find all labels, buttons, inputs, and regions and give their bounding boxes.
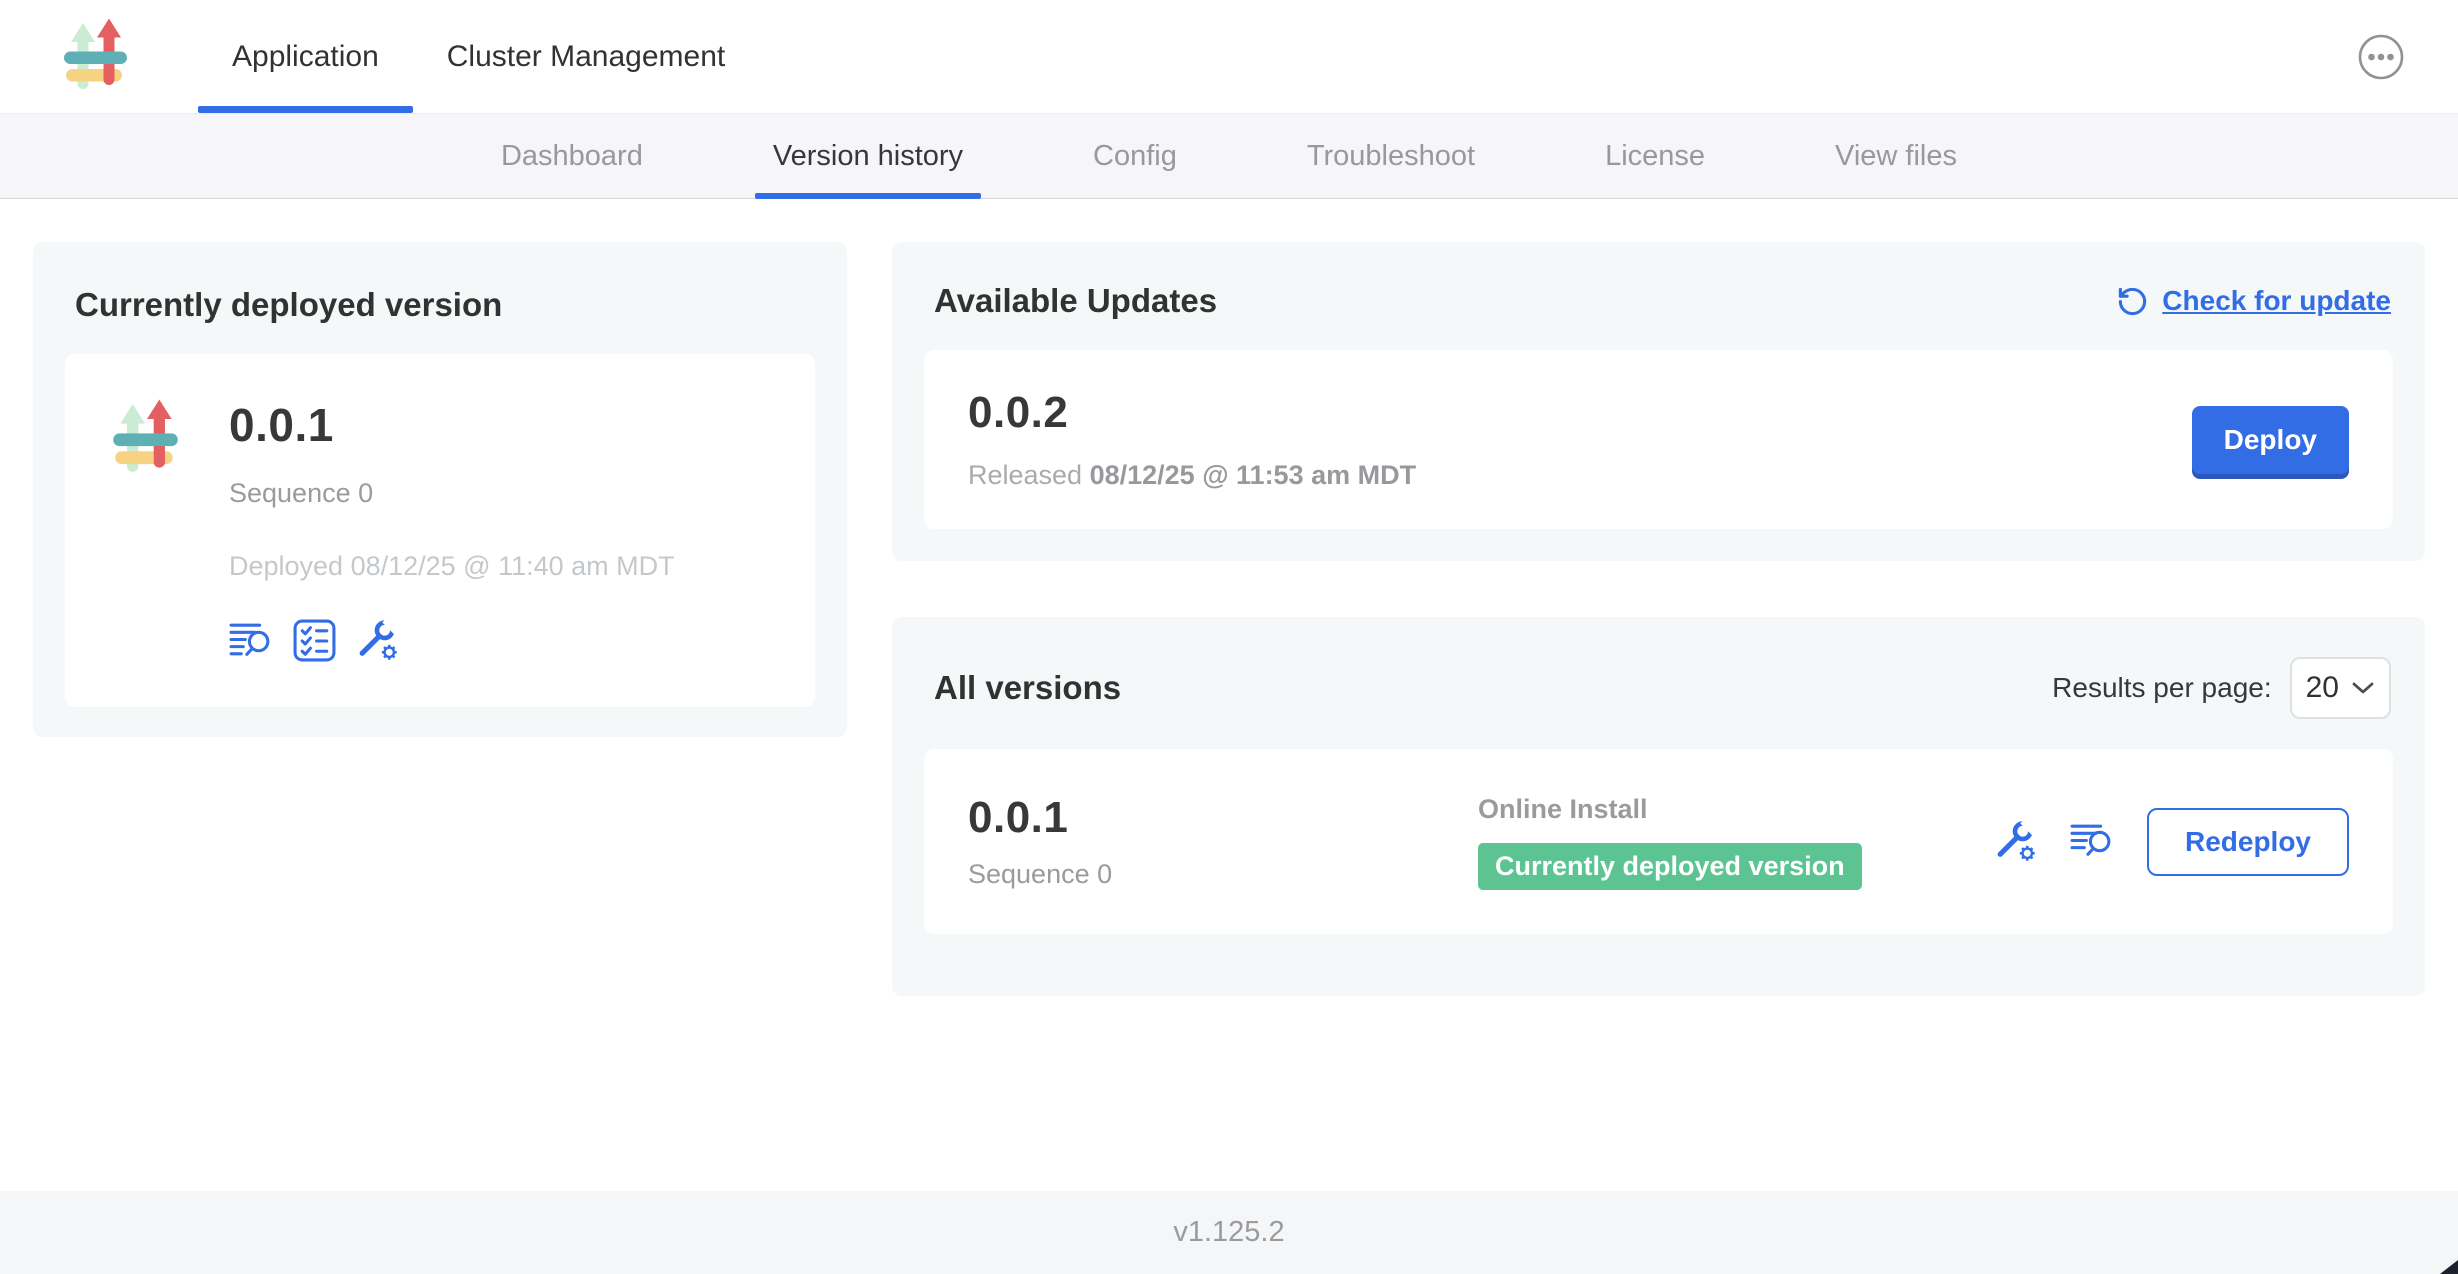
- window-corner-mark: [2440, 1260, 2458, 1274]
- released-prefix: Released: [968, 460, 1082, 490]
- top-navbar: Application Cluster Management: [0, 0, 2458, 113]
- tab-application-label: Application: [232, 40, 379, 74]
- version-row-actions: Redeploy: [1993, 808, 2349, 876]
- results-per-page-select[interactable]: 20: [2290, 657, 2391, 719]
- console-version: v1.125.2: [1173, 1216, 1284, 1249]
- currently-deployed-title: Currently deployed version: [75, 286, 815, 324]
- kots-admin-console: Application Cluster Management Dashboard: [0, 0, 2458, 1274]
- edit-config-icon[interactable]: [1993, 819, 2038, 864]
- edit-config-icon[interactable]: [355, 618, 400, 663]
- redeploy-button[interactable]: Redeploy: [2147, 808, 2349, 876]
- app-logo-icon: [105, 398, 187, 480]
- version-row-sequence: Sequence 0: [968, 859, 1478, 890]
- tab-cluster-management-label: Cluster Management: [447, 40, 725, 74]
- results-per-page-value: 20: [2306, 671, 2339, 705]
- console-tabs: Application Cluster Management: [198, 0, 759, 113]
- available-updates-section: Available Updates Check for update: [892, 242, 2425, 561]
- refresh-icon: [2116, 285, 2149, 318]
- all-versions-title: All versions: [934, 669, 1121, 707]
- ellipsis-circle-icon: [2356, 32, 2406, 82]
- subnav-tab-config[interactable]: Config: [1075, 114, 1195, 198]
- subnav-config-label: Config: [1093, 140, 1177, 173]
- currently-deployed-card: Currently deployed version 0.0: [33, 242, 847, 737]
- subnav-tab-view-files[interactable]: View files: [1817, 114, 1975, 198]
- update-released-timestamp: Released 08/12/25 @ 11:53 am MDT: [968, 460, 1416, 491]
- version-history-page: Currently deployed version 0.0: [0, 199, 2458, 1191]
- version-row-number: 0.0.1: [968, 793, 1478, 843]
- update-version-number: 0.0.2: [968, 388, 1416, 438]
- subnav-dashboard-label: Dashboard: [501, 140, 643, 173]
- app-logo-icon: [56, 17, 136, 97]
- results-per-page-label: Results per page:: [2052, 672, 2271, 704]
- subnav-version-history-label: Version history: [773, 140, 963, 173]
- tab-cluster-management[interactable]: Cluster Management: [413, 0, 759, 113]
- deployed-version-card: 0.0.1 Sequence 0 Deployed 08/12/25 @ 11:…: [65, 354, 815, 707]
- deployed-actions: [229, 618, 675, 663]
- preflight-checks-icon[interactable]: [292, 618, 337, 663]
- subnav-troubleshoot-label: Troubleshoot: [1307, 140, 1475, 173]
- all-versions-section: All versions Results per page: 20: [892, 617, 2425, 996]
- deployed-version-info: 0.0.1 Sequence 0 Deployed 08/12/25 @ 11:…: [229, 398, 675, 663]
- console-footer: v1.125.2: [0, 1191, 2458, 1274]
- deployed-sequence: Sequence 0: [229, 478, 675, 509]
- subnav-license-label: License: [1605, 140, 1705, 173]
- chevron-down-icon: [2351, 681, 2375, 695]
- subnav-tab-dashboard[interactable]: Dashboard: [483, 114, 661, 198]
- more-menu-button[interactable]: [2356, 32, 2406, 82]
- results-per-page: Results per page: 20: [2052, 657, 2391, 719]
- available-updates-title: Available Updates: [934, 282, 1217, 320]
- subnav-view-files-label: View files: [1835, 140, 1957, 173]
- subnav-tab-version-history[interactable]: Version history: [755, 114, 981, 198]
- released-date: 08/12/25 @ 11:53 am MDT: [1090, 460, 1417, 490]
- version-row-status: Online Install Currently deployed versio…: [1478, 794, 1993, 890]
- view-logs-icon[interactable]: [229, 621, 274, 660]
- view-logs-icon[interactable]: [2070, 822, 2115, 861]
- check-for-update-link[interactable]: Check for update: [2116, 285, 2391, 318]
- check-for-update-label: Check for update: [2162, 285, 2391, 317]
- app-subnav: Dashboard Version history Config Trouble…: [0, 113, 2458, 199]
- currently-deployed-badge: Currently deployed version: [1478, 843, 1862, 890]
- deployed-column: Currently deployed version 0.0: [33, 242, 847, 1191]
- subnav-tab-license[interactable]: License: [1587, 114, 1723, 198]
- version-row: 0.0.1 Sequence 0 Online Install Currentl…: [924, 749, 2393, 934]
- deployed-version-number: 0.0.1: [229, 398, 675, 452]
- available-update-row: 0.0.2 Released 08/12/25 @ 11:53 am MDT D…: [924, 350, 2393, 529]
- tab-application[interactable]: Application: [198, 0, 413, 113]
- install-type-label: Online Install: [1478, 794, 1648, 825]
- deployed-timestamp: Deployed 08/12/25 @ 11:40 am MDT: [229, 551, 675, 582]
- updates-column: Available Updates Check for update: [892, 242, 2425, 1191]
- deploy-button[interactable]: Deploy: [2192, 406, 2349, 474]
- topbar-spacer: [759, 0, 2356, 113]
- update-info: 0.0.2 Released 08/12/25 @ 11:53 am MDT: [968, 388, 1416, 491]
- version-row-info: 0.0.1 Sequence 0: [968, 793, 1478, 890]
- subnav-tab-troubleshoot[interactable]: Troubleshoot: [1289, 114, 1493, 198]
- arrows-logo: [64, 18, 127, 89]
